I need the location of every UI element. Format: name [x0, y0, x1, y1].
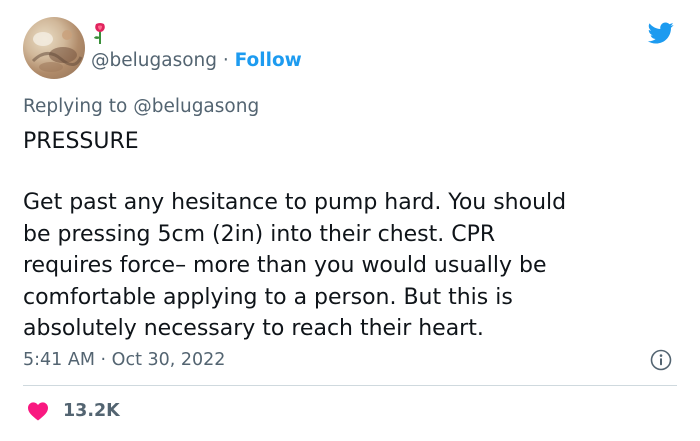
like-count[interactable]: 13.2K	[63, 400, 120, 422]
tweet-body-line: requires force– more than you would usua…	[23, 253, 547, 279]
tweet-date: Oct 30, 2022	[111, 350, 226, 370]
tweet-time: 5:41 AM	[23, 350, 95, 370]
rose-emoji-icon	[94, 23, 105, 44]
replying-to-mention[interactable]: @belugasong	[133, 96, 259, 117]
heart-icon[interactable]	[27, 401, 49, 421]
avatar-image	[31, 30, 83, 72]
replying-prefix: Replying to	[23, 96, 128, 117]
tweet-timestamp[interactable]: 5:41 AM · Oct 30, 2022	[23, 349, 225, 371]
tweet-body-line: comfortable applying to a person. But th…	[23, 284, 513, 310]
info-icon[interactable]	[650, 349, 672, 371]
separator-dot: ·	[222, 50, 229, 71]
avatar[interactable]	[23, 17, 85, 79]
divider	[23, 385, 677, 386]
replying-to-line: Replying to @belugasong	[23, 96, 259, 118]
tweet-body-line: Get past any hesitance to pump hard. You…	[23, 190, 567, 215]
author-handle[interactable]: @belugasong	[91, 50, 217, 71]
tweet-body-line: absolutely necessary to reach their hear…	[23, 316, 484, 342]
tweet-body: Get past any hesitance to pump hard. You…	[23, 187, 683, 345]
author-line: @belugasong · Follow	[91, 50, 302, 72]
twitter-bird-icon[interactable]	[646, 20, 676, 46]
tweet-headline: PRESSURE	[23, 129, 139, 154]
follow-button[interactable]: Follow	[235, 50, 302, 71]
separator-dot: ·	[100, 350, 107, 370]
tweet-body-line: be pressing 5cm (2in) into their chest. …	[23, 221, 496, 247]
